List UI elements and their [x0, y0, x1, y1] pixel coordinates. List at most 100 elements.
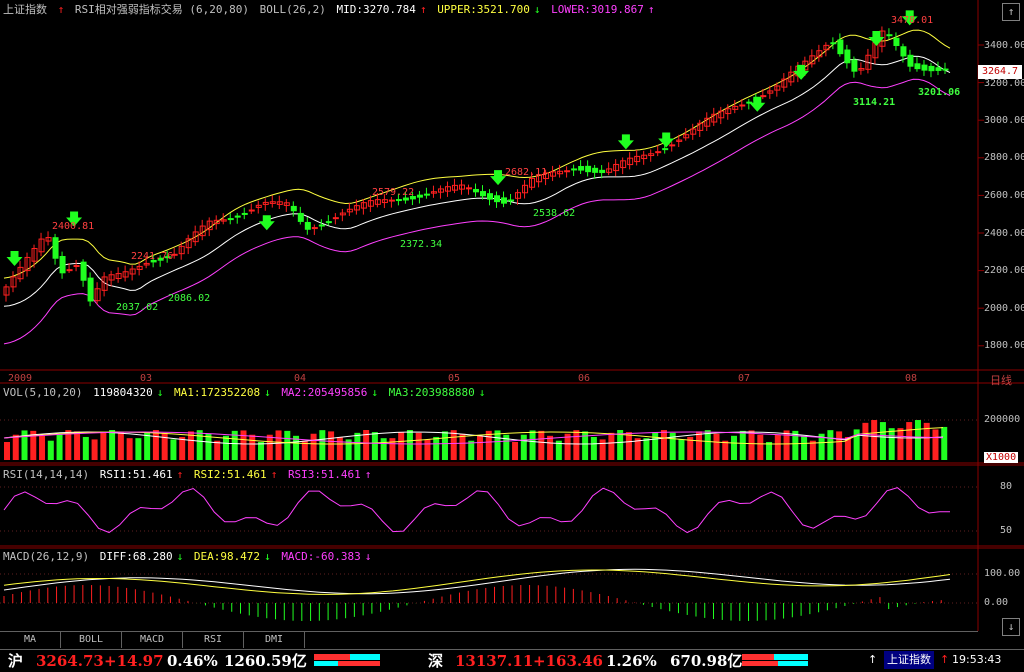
macd-axis-label: 100.00 — [984, 568, 1021, 579]
vol-ma2: MA2:205495856 — [281, 386, 368, 399]
candle-body — [760, 95, 767, 98]
tab-ma[interactable]: MA — [0, 632, 61, 648]
tab-macd[interactable]: MACD — [122, 632, 183, 648]
candle-body — [578, 166, 585, 171]
down-arrow-icon: ↓ — [176, 550, 184, 563]
candle-body — [416, 194, 423, 198]
vol-value: 119804320 — [93, 386, 153, 399]
volume-bar — [152, 430, 159, 460]
candle-body — [599, 169, 606, 174]
volume-bar — [748, 430, 755, 460]
volume-bar — [450, 430, 457, 460]
tab-dmi[interactable]: DMI — [244, 632, 305, 648]
candle-body — [248, 209, 255, 212]
candle-body — [59, 256, 66, 274]
down-arrow-icon: ↓ — [156, 386, 164, 399]
macd-dea: DEA:98.472 — [193, 550, 261, 563]
price-axis-label: 2200.00 — [984, 265, 1024, 276]
volume-bar — [774, 434, 781, 460]
indicator-title: RSI相对强弱指标交易 (6,20,80) — [74, 3, 249, 16]
buy-signal-arrow — [258, 215, 275, 231]
volume-axis-label: 200000 — [984, 414, 1021, 425]
sh-breadth-bar — [314, 654, 380, 666]
volume-bar — [424, 439, 431, 460]
date-axis-label: 2009 — [8, 373, 33, 384]
price-annotation: 3201.06 — [918, 87, 961, 98]
volume-bar — [266, 434, 273, 460]
sh-index-change: +14.97 — [104, 652, 164, 670]
price-axis-label: 2800.00 — [984, 152, 1024, 163]
volume-bar — [100, 432, 107, 460]
buy-signal-arrow — [490, 170, 507, 186]
up-arrow-icon[interactable]: ↑ — [1002, 3, 1020, 21]
down-arrow-icon: ↓ — [1007, 620, 1015, 633]
volume-bar — [906, 422, 913, 460]
volume-bar — [836, 431, 843, 460]
date-axis-label: 07 — [738, 373, 751, 384]
boll-upper: UPPER:3521.700 — [437, 3, 530, 16]
volume-bar — [625, 432, 632, 460]
candle-body — [52, 237, 59, 259]
volume-bar — [398, 432, 405, 460]
volume-bar — [757, 434, 764, 460]
volume-bar — [222, 435, 229, 460]
volume-bar — [319, 430, 326, 460]
rsi-axis-label: 80 — [1000, 481, 1013, 492]
date-axis-label: 05 — [448, 373, 461, 384]
tab-rsi[interactable]: RSI — [183, 632, 244, 648]
volume-bar — [695, 431, 702, 460]
candle-body — [844, 49, 851, 64]
tab-boll[interactable]: BOLL — [61, 632, 122, 648]
up-arrow-icon: ↑ — [940, 653, 950, 666]
volume-bar — [56, 433, 63, 460]
up-arrow-icon: ↑ — [364, 468, 372, 481]
volume-bar — [82, 436, 89, 460]
volume-bar — [406, 430, 413, 460]
ticker-selector[interactable]: 上证指数 — [884, 651, 934, 669]
volume-bar — [547, 435, 554, 460]
price-axis-label: 3400.00 — [984, 40, 1024, 51]
candle-body — [311, 227, 318, 230]
candle-body — [80, 261, 87, 281]
candle-body — [290, 205, 297, 212]
price-annotation: 3478.01 — [891, 15, 934, 26]
volume-bar — [74, 431, 81, 460]
candle-body — [655, 151, 662, 154]
price-panel-header: 上证指数 ↑ RSI相对强弱指标交易 (6,20,80) BOLL(26,2) … — [3, 2, 659, 17]
volume-bar — [275, 430, 282, 460]
date-axis-label: 08 — [905, 373, 918, 384]
candle-body — [465, 187, 472, 190]
sz-breadth-bar — [742, 654, 808, 666]
price-axis-label: 3000.00 — [984, 115, 1024, 126]
volume-bar — [310, 433, 317, 460]
macd-diff: DIFF:68.280 — [99, 550, 173, 563]
candle-body — [73, 265, 80, 268]
volume-bar — [827, 430, 834, 460]
period-label[interactable]: 日线 — [990, 372, 1012, 388]
current-price-marker: 3264.7 — [978, 65, 1022, 79]
volume-bar — [862, 422, 869, 460]
price-axis-label: 1800.00 — [984, 340, 1024, 351]
date-axis-label: 03 — [140, 373, 153, 384]
down-arrow-icon: ↓ — [264, 550, 271, 563]
rsi1-value: RSI1:51.461 — [99, 468, 173, 481]
scroll-down-button[interactable]: ↓ — [1002, 618, 1020, 636]
volume-bar — [897, 428, 904, 460]
volume-panel-header: VOL(5,10,20) 119804320 ↓ MA1:172352208 ↓ M… — [3, 385, 489, 400]
volume-bar — [65, 430, 72, 460]
volume-bar — [441, 431, 448, 460]
price-annotation: 2037.02 — [116, 302, 159, 313]
candle-body — [585, 165, 592, 173]
volume-bar — [660, 430, 667, 460]
volume-bar — [590, 436, 597, 460]
volume-bar — [240, 430, 247, 460]
candle-body — [304, 221, 311, 230]
volume-bar — [12, 434, 19, 460]
price-annotation: 2241.76 — [131, 251, 174, 262]
candle-body — [402, 197, 409, 201]
price-axis-label: 3200.00 — [984, 78, 1024, 89]
up-arrow-icon: ↑ — [57, 3, 65, 16]
volume-bar — [678, 439, 685, 460]
up-arrow-icon[interactable]: ↑ — [868, 651, 877, 669]
candle-body — [241, 212, 248, 215]
